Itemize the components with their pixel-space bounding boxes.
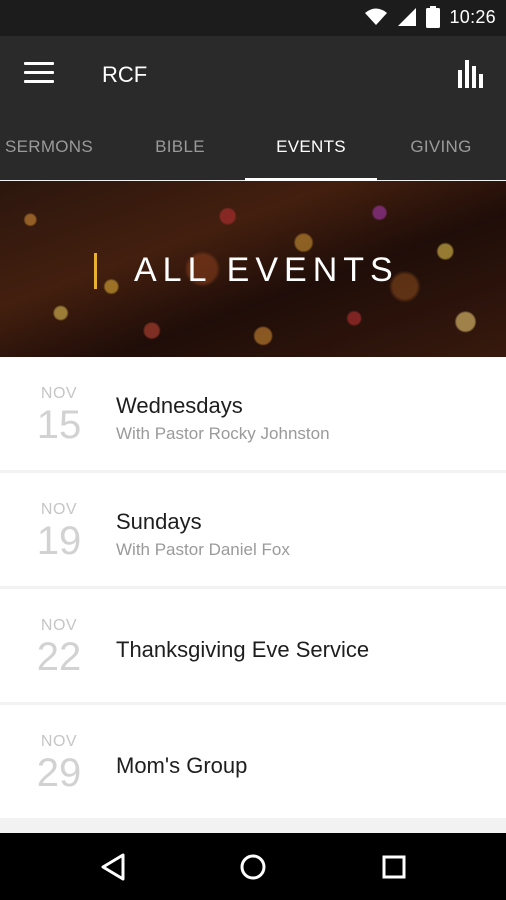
event-item[interactable]: NOV 29 Mom's Group [0,705,506,818]
events-list: NOV 15 Wednesdays With Pastor Rocky John… [0,357,506,833]
status-icons: 10:26 [364,6,496,28]
app-bar: RCF [0,36,506,114]
event-subtitle: With Pastor Rocky Johnston [116,424,330,443]
tab-events[interactable]: EVENTS [245,114,377,180]
event-title: Wednesdays [116,393,243,418]
tab-bible[interactable]: BIBLE [118,114,242,180]
tab-sermons[interactable]: SERMONS [0,114,98,180]
tab-bar: SERMONS BIBLE EVENTS GIVING [0,114,506,180]
event-day: 15 [36,403,82,447]
wifi-icon [365,8,388,25]
home-icon[interactable] [235,849,271,885]
event-day: 29 [36,751,82,795]
event-day: 22 [36,635,82,679]
app-title: RCF [102,62,148,87]
event-month: NOV [40,733,78,750]
event-item[interactable]: NOV 15 Wednesdays With Pastor Rocky John… [0,357,506,470]
event-title: Mom's Group [116,753,248,778]
hero-title: ALL EVENTS [134,251,399,289]
hamburger-menu-icon[interactable] [24,62,54,88]
event-title: Thanksgiving Eve Service [116,637,370,662]
recents-icon[interactable] [376,849,412,885]
bar-chart-icon[interactable] [456,58,486,90]
back-icon[interactable] [96,849,132,885]
event-month: NOV [40,617,78,634]
status-bar: 10:26 [0,0,506,36]
battery-icon [426,6,441,28]
hero-accent-bar [94,253,97,289]
system-nav-bar [0,833,506,900]
cell-signal-icon [398,8,417,26]
event-item[interactable]: NOV 19 Sundays With Pastor Daniel Fox [0,473,506,586]
status-time: 10:26 [449,6,496,27]
hero-banner: ALL EVENTS [0,181,506,357]
event-day: 19 [36,519,82,563]
tab-giving[interactable]: GIVING [380,114,502,180]
event-item[interactable]: NOV 22 Thanksgiving Eve Service [0,589,506,702]
event-month: NOV [40,385,78,402]
event-subtitle: With Pastor Daniel Fox [116,540,290,559]
event-month: NOV [40,501,78,518]
event-title: Sundays [116,509,202,534]
